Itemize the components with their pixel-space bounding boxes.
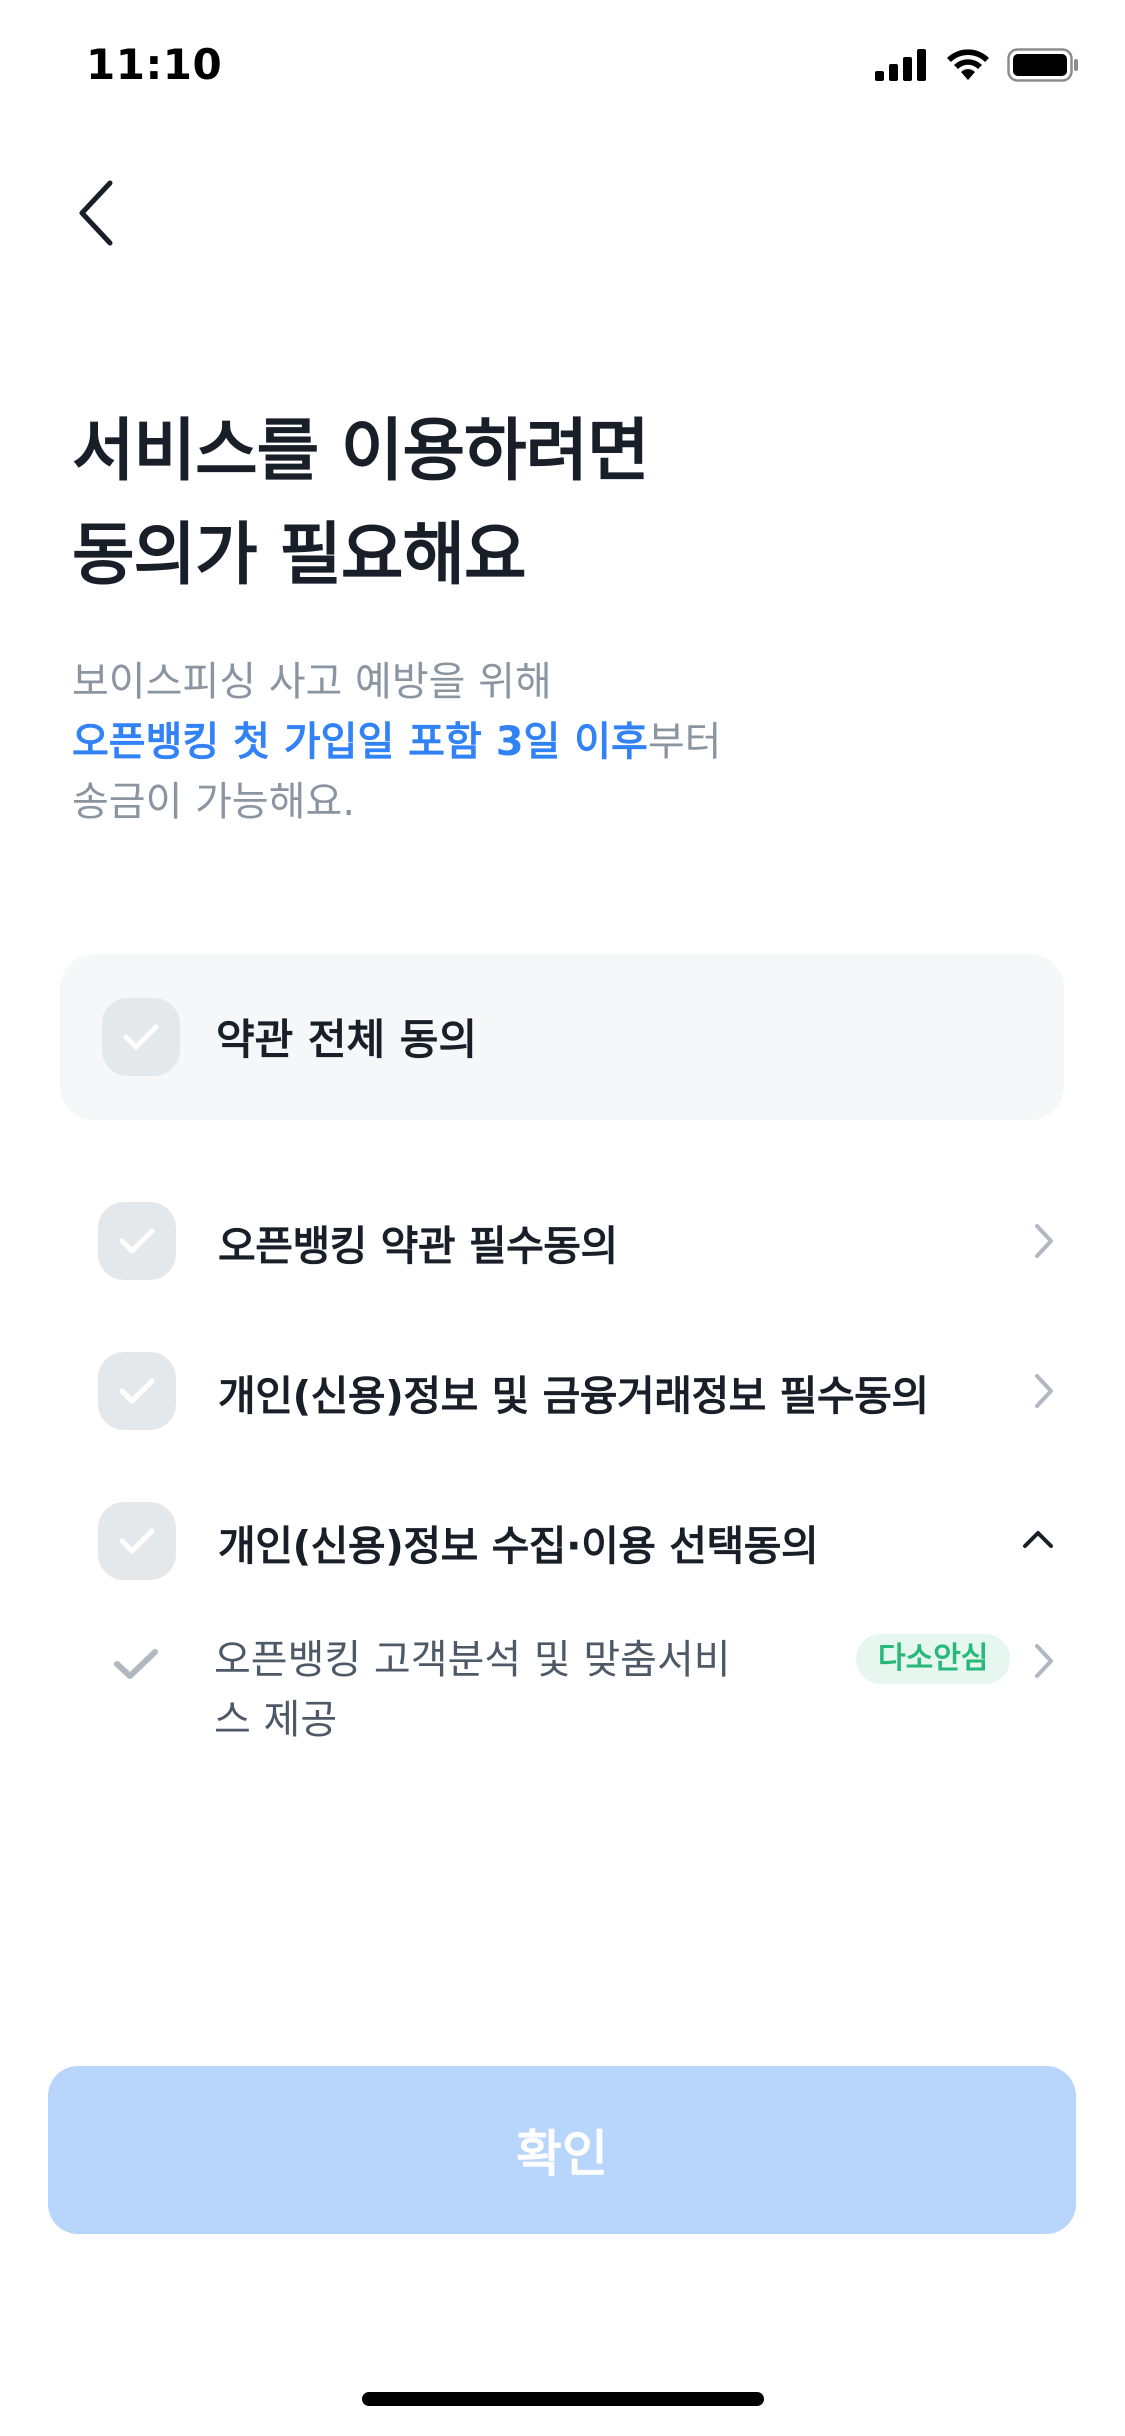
chevron-left-icon	[79, 180, 113, 246]
term-checkbox[interactable]	[98, 1352, 176, 1430]
sub-term-label: 오픈뱅킹 고객분석 및 맞춤서비스 제공	[214, 1637, 731, 1743]
check-icon	[123, 1024, 159, 1050]
chevron-right-icon[interactable]	[1033, 1372, 1055, 1410]
battery-icon	[1007, 48, 1079, 86]
check-icon[interactable]	[112, 1646, 160, 1682]
term-label: 개인(신용)정보 수집·이용 선택동의	[218, 1522, 819, 1570]
check-icon	[119, 1228, 155, 1254]
check-icon	[119, 1378, 155, 1404]
page-title-line1: 서비스를 이용하려면	[72, 412, 650, 491]
safety-badge: 다소안심	[856, 1634, 1011, 1684]
wifi-icon	[945, 48, 991, 86]
chevron-right-icon[interactable]	[1033, 1642, 1055, 1680]
description-line2-rest: 부터	[647, 719, 722, 765]
page-title-line2: 동의가 필요해요	[72, 516, 527, 595]
description-line2: 오픈뱅킹 첫 가입일 포함 3일 이후부터	[72, 712, 721, 772]
sub-term-row[interactable]: 오픈뱅킹 고객분석 및 맞춤서비스 제공 다소안심	[0, 1630, 1125, 1760]
description-line1: 보이스피싱 사고 예방을 위해	[72, 659, 552, 705]
status-time: 11:10	[86, 40, 223, 89]
term-checkbox[interactable]	[98, 1502, 176, 1580]
check-icon	[119, 1528, 155, 1554]
chevron-right-icon[interactable]	[1033, 1222, 1055, 1260]
back-button[interactable]	[66, 175, 126, 251]
term-label: 오픈뱅킹 약관 필수동의	[218, 1222, 618, 1270]
agree-all-checkbox[interactable]	[102, 998, 180, 1076]
home-indicator	[362, 2392, 764, 2406]
agree-all-row[interactable]: 약관 전체 동의	[60, 954, 1064, 1120]
signal-icon	[875, 49, 929, 85]
chevron-up-icon[interactable]	[1021, 1528, 1055, 1550]
term-row-openbanking[interactable]: 오픈뱅킹 약관 필수동의	[0, 1186, 1125, 1296]
page-title: 서비스를 이용하려면 동의가 필요해요	[72, 400, 650, 608]
agree-all-label: 약관 전체 동의	[216, 1015, 478, 1064]
description-highlight: 오픈뱅킹 첫 가입일 포함 3일 이후	[72, 719, 648, 765]
term-row-optional-collection[interactable]: 개인(신용)정보 수집·이용 선택동의	[0, 1486, 1125, 1596]
description: 보이스피싱 사고 예방을 위해 오픈뱅킹 첫 가입일 포함 3일 이후부터 송금…	[72, 652, 721, 832]
term-label: 개인(신용)정보 및 금융거래정보 필수동의	[218, 1372, 929, 1420]
status-icons	[875, 48, 1079, 86]
description-line3: 송금이 가능해요.	[72, 779, 356, 825]
confirm-button[interactable]: 확인	[48, 2066, 1076, 2234]
term-row-personal-info[interactable]: 개인(신용)정보 및 금융거래정보 필수동의	[0, 1336, 1125, 1446]
term-checkbox[interactable]	[98, 1202, 176, 1280]
